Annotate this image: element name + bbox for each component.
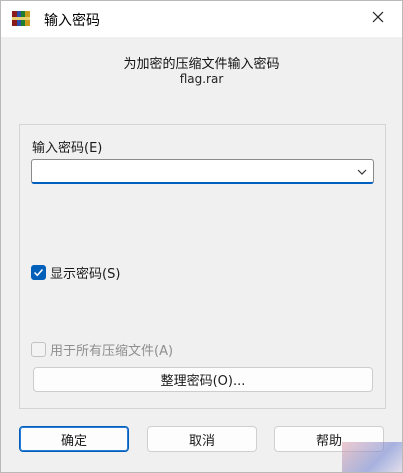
use-for-all-checkbox-row[interactable]: 用于所有压缩文件(A) (31, 340, 173, 359)
checkmark-icon (33, 268, 44, 277)
ok-button[interactable]: 确定 (19, 426, 129, 452)
password-combobox[interactable] (31, 159, 374, 184)
title-bar: 输入密码 (1, 1, 402, 37)
background-wallpaper-corner (342, 442, 402, 472)
close-icon (372, 11, 384, 27)
show-password-label[interactable]: 显示密码(S) (50, 263, 120, 282)
window-title: 输入密码 (44, 13, 100, 29)
close-button[interactable] (354, 1, 402, 37)
use-for-all-label[interactable]: 用于所有压缩文件(A) (50, 340, 173, 359)
archive-filename: flag.rar (179, 72, 224, 86)
use-for-all-checkbox[interactable] (31, 342, 46, 357)
cancel-button[interactable]: 取消 (147, 426, 257, 452)
password-dialog: 输入密码 为加密的压缩文件输入密码 flag.rar 输入密码(E) 显示密码(… (0, 0, 403, 473)
dialog-heading: 为加密的压缩文件输入密码 (123, 57, 280, 72)
show-password-checkbox[interactable] (31, 265, 46, 280)
winrar-books-icon (12, 11, 30, 26)
password-label: 输入密码(E) (32, 141, 103, 156)
show-password-checkbox-row[interactable]: 显示密码(S) (31, 263, 120, 282)
chevron-down-icon[interactable] (355, 165, 369, 179)
organize-passwords-button[interactable]: 整理密码(O)... (33, 367, 373, 392)
password-group: 输入密码(E) 显示密码(S) 用于所有压缩文件(A) 整理密码(O)... (19, 124, 386, 409)
